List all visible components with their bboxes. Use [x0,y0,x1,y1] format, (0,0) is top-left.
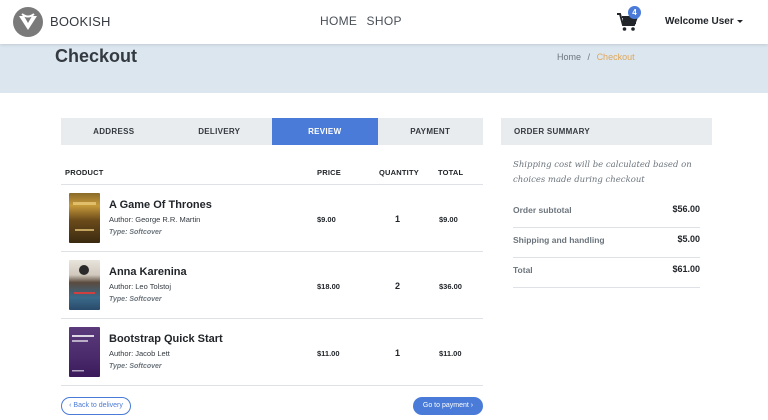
cart-count-badge: 4 [628,6,641,19]
order-summary-heading: ORDER SUMMARY [501,118,712,145]
col-header-price: PRICE [317,168,341,177]
breadcrumb-current: Checkout [596,52,635,62]
top-navbar: BOOKISH HOME SHOP 4 Welcome User [0,0,768,44]
book-cover-image[interactable] [69,193,100,243]
nav-link-shop[interactable]: SHOP [367,14,402,28]
item-price: $18.00 [317,282,340,291]
step-payment[interactable]: PAYMENT [378,118,484,145]
book-author: Author: Jacob Lett [109,349,170,358]
col-header-product: PRODUCT [65,168,104,177]
main-nav: HOME SHOP [320,14,408,28]
item-quantity: 1 [395,348,401,358]
summary-label: Shipping and handling [513,235,605,245]
table-row: Bootstrap Quick Start Author: Jacob Lett… [61,319,483,386]
step-address[interactable]: ADDRESS [61,118,167,145]
shipping-note: Shipping cost will be calculated based o… [513,160,692,185]
col-header-quantity: QUANTITY [379,168,419,177]
item-total: $9.00 [439,215,458,224]
caret-down-icon [736,19,743,23]
step-delivery[interactable]: DELIVERY [167,118,273,145]
book-title[interactable]: Bootstrap Quick Start [109,333,223,345]
summary-row-shipping: Shipping and handling $5.00 [513,228,700,258]
item-total: $11.00 [439,349,462,358]
item-quantity: 1 [395,214,401,224]
item-price: $11.00 [317,349,340,358]
summary-value: $56.00 [672,204,700,214]
book-type: Type: Softcover [109,229,162,236]
summary-row-subtotal: Order subtotal $56.00 [513,198,700,228]
user-dropdown-label: Welcome User [665,16,734,27]
item-total: $36.00 [439,282,462,291]
book-type: Type: Softcover [109,363,162,370]
breadcrumb-home[interactable]: Home [557,52,581,62]
col-header-total: TOTAL [438,168,464,177]
step-review[interactable]: REVIEW [272,118,378,145]
breadcrumb-separator: / [587,52,591,62]
nav-link-home[interactable]: HOME [320,14,357,28]
book-cover-image[interactable] [69,327,100,377]
brand-name[interactable]: BOOKISH [50,14,111,29]
checkout-steps: ADDRESS DELIVERY REVIEW PAYMENT [61,118,483,145]
breadcrumb: Home / Checkout [557,52,635,62]
summary-value: $5.00 [677,234,700,244]
book-title[interactable]: A Game Of Thrones [109,199,212,211]
table-header: PRODUCT PRICE QUANTITY TOTAL [61,160,483,185]
summary-value: $61.00 [672,264,700,274]
summary-label: Order subtotal [513,205,572,215]
item-quantity: 2 [395,281,401,291]
go-to-payment-button[interactable]: Go to payment › [413,397,483,415]
user-dropdown[interactable]: Welcome User [665,16,743,27]
table-row: A Game Of Thrones Author: George R.R. Ma… [61,185,483,252]
bookish-logo-icon[interactable] [12,6,44,38]
item-price: $9.00 [317,215,336,224]
cart-review-table: PRODUCT PRICE QUANTITY TOTAL A Game Of T… [61,160,483,386]
summary-label: Total [513,265,533,275]
book-title[interactable]: Anna Karenina [109,266,187,278]
table-row: Anna Karenina Author: Leo Tolstoj Type: … [61,252,483,319]
book-author: Author: Leo Tolstoj [109,282,171,291]
book-author: Author: George R.R. Martin [109,215,201,224]
page-title: Checkout [55,46,138,66]
page-header: Checkout Home / Checkout [0,44,768,93]
book-type: Type: Softcover [109,296,162,303]
book-cover-image[interactable] [69,260,100,310]
summary-row-total: Total $61.00 [513,258,700,288]
back-to-delivery-button[interactable]: ‹ Back to delivery [61,397,131,415]
